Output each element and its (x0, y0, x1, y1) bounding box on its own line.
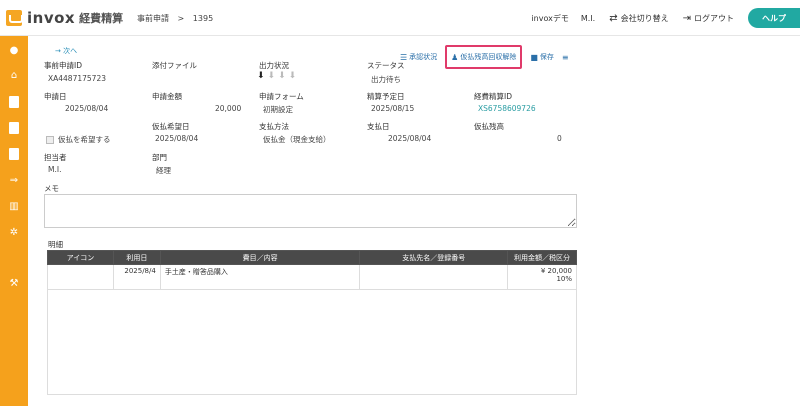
advance-balance-value: 0 (557, 134, 562, 143)
memo-textarea[interactable] (44, 194, 577, 228)
sidebar: ● ⌂ ⇒ ▥ ✲ ⚒ (0, 36, 28, 406)
switch-icon: ⇄ (609, 12, 618, 24)
amount-value: ¥ 20,000 (540, 267, 572, 275)
help-button[interactable]: ヘルプ (748, 8, 800, 28)
attachment-label: 添付ファイル (152, 61, 197, 70)
cell-amount: ¥ 20,000 10% (507, 264, 577, 290)
output-status-label: 出力状況 (259, 61, 289, 70)
col-payee: 支払先名／登録番号 (359, 250, 509, 265)
details-label: 明細 (48, 240, 63, 249)
app-amount-label: 申請金額 (152, 92, 182, 101)
document-icon[interactable] (7, 95, 21, 109)
settle-date-value: 2025/08/15 (371, 104, 415, 113)
person-label: 担当者 (44, 153, 67, 162)
pre-app-id-label: 事前申請ID (44, 61, 82, 70)
logo-text: invox (27, 9, 76, 27)
save-button[interactable]: ■ 保存 (530, 52, 554, 62)
dept-value: 経理 (156, 166, 171, 175)
cell-date: 2025/8/4 (112, 264, 161, 290)
app-form-value: 初期設定 (263, 105, 293, 114)
pay-date-label: 支払日 (367, 122, 390, 131)
home-icon[interactable]: ⌂ (7, 69, 21, 83)
save-label: 保存 (539, 53, 554, 61)
logo-icon (6, 10, 23, 26)
person-value: M.I. (48, 165, 62, 174)
breadcrumb: 事前申請 > 1395 (137, 13, 219, 24)
tools-icon[interactable]: ⚒ (7, 277, 21, 291)
coin-person-icon: ♟ (451, 52, 459, 62)
col-icon: アイコン (47, 250, 114, 265)
checkbox-box (46, 135, 54, 144)
app-amount-value: 20,000 (215, 104, 242, 113)
receipt-icon[interactable] (7, 121, 21, 135)
next-link[interactable]: → 次へ (55, 46, 77, 56)
details-table: アイコン 利用日 費目／内容 支払先名／登録番号 利用金額／税区分 2025/8… (47, 250, 577, 290)
approval-status-button[interactable]: ☰ 承認状況 (400, 52, 437, 62)
col-item: 費目／内容 (159, 250, 361, 265)
release-advance-button[interactable]: ♟ 仮払残高回収解除 (445, 45, 523, 69)
advance-request-checkbox[interactable]: 仮払を希望する (46, 134, 111, 145)
logout-icon: ⇥ (682, 12, 691, 24)
approval-status-label: 承認状況 (409, 53, 438, 61)
app-date-label: 申請日 (44, 92, 67, 101)
export-icon[interactable]: ⇒ (7, 174, 21, 188)
form-icon[interactable] (7, 147, 21, 161)
pre-app-id-value: XA4487175723 (48, 74, 106, 83)
pay-date-value: 2025/08/04 (388, 134, 432, 143)
top-bar: invox 経費精算 事前申請 > 1395 invoxデモ M.I. ⇄ 会社… (0, 0, 800, 36)
chart-icon[interactable]: ▥ (7, 200, 21, 214)
save-icon: ■ (530, 52, 538, 62)
col-date: 利用日 (112, 250, 161, 265)
switch-company-button[interactable]: ⇄ 会社切り替え (609, 13, 668, 24)
breadcrumb-separator: > (177, 14, 185, 23)
cell-icon (47, 264, 114, 290)
table-row[interactable]: 2025/8/4 手土産・贈答品購入 ¥ 20,000 10% (47, 264, 577, 290)
status-label: ステータス (367, 61, 405, 70)
cell-item: 手土産・贈答品購入 (159, 264, 361, 290)
table-header-row: アイコン 利用日 費目／内容 支払先名／登録番号 利用金額／税区分 (47, 250, 577, 265)
app-form-label: 申請フォーム (259, 92, 304, 101)
memo-label: メモ (44, 184, 59, 193)
advance-request-label: 仮払を希望する (58, 135, 111, 144)
pay-method-label: 支払方法 (259, 122, 289, 131)
app-logo[interactable]: invox 経費精算 (6, 9, 123, 27)
output-status-icons: ⬇⬇⬇⬇ (257, 71, 299, 81)
menu-icon: ≡ (561, 52, 569, 62)
advance-date-label: 仮払希望日 (152, 122, 190, 131)
toolbar: ☰ 承認状況 ♟ 仮払残高回収解除 ■ 保存 ≡ (400, 45, 579, 69)
download-icon-disabled: ⬇⬇⬇ (267, 71, 300, 81)
logo-subtitle: 経費精算 (79, 12, 124, 25)
breadcrumb-item-pre-application[interactable]: 事前申請 (137, 14, 169, 23)
col-amount: 利用金額／税区分 (507, 250, 577, 265)
logout-label: ログアウト (694, 13, 734, 23)
company-name-text: invoxデモ (531, 13, 569, 23)
sidebar-collapse-icon[interactable]: ● (7, 44, 21, 58)
app-date-value: 2025/08/04 (65, 104, 109, 113)
settings-icon[interactable]: ✲ (7, 226, 21, 240)
tax-value: 10% (556, 275, 572, 283)
header-actions: invoxデモ M.I. ⇄ 会社切り替え ⇥ ログアウト ヘルプ (531, 8, 800, 28)
advance-balance-label: 仮払残高 (474, 122, 504, 131)
logout-button[interactable]: ⇥ ログアウト (683, 13, 734, 24)
expense-id-link[interactable]: XS6758609726 (478, 104, 536, 113)
company-name: invoxデモ M.I. (531, 13, 595, 24)
release-advance-label: 仮払残高回収解除 (460, 53, 517, 61)
status-value: 出力待ち (371, 75, 401, 84)
advance-date-value: 2025/08/04 (155, 134, 199, 143)
expense-id-label: 経費精算ID (474, 92, 512, 101)
menu-button[interactable]: ≡ (562, 53, 571, 62)
switch-company-label: 会社切り替え (620, 13, 669, 23)
cell-payee (359, 264, 509, 290)
breadcrumb-item-id: 1395 (192, 14, 214, 23)
dept-label: 部門 (152, 153, 167, 162)
pay-method-value: 仮払金（現金支給） (263, 135, 331, 144)
user-name: M.I. (580, 13, 596, 23)
download-icon[interactable]: ⬇ (257, 71, 268, 81)
settle-date-label: 精算予定日 (367, 92, 405, 101)
